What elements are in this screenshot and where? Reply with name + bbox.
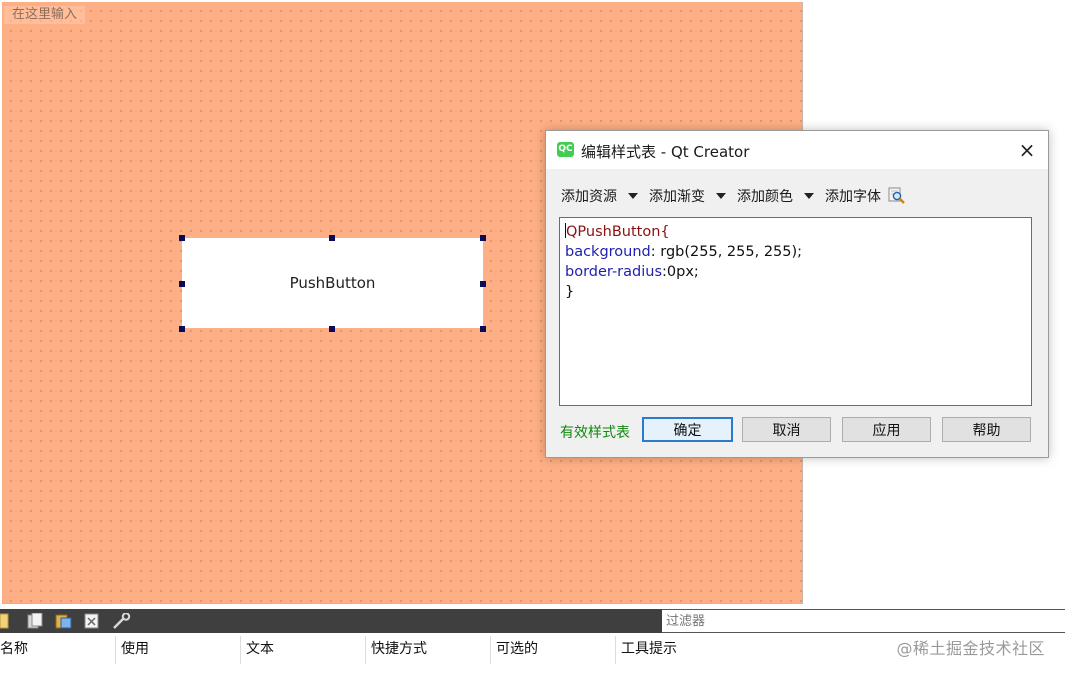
code-line-4: } (565, 284, 575, 300)
column-header-checkable[interactable]: 可选的 (490, 634, 615, 664)
add-color-label: 添加颜色 (737, 189, 793, 205)
watermark: @稀土掘金技术社区 (896, 639, 1045, 658)
column-header-tooltip[interactable]: 工具提示 (615, 634, 815, 664)
cancel-button[interactable]: 取消 (742, 417, 831, 442)
code-value: :0px; (662, 264, 699, 280)
code-property: background (565, 244, 651, 260)
dropdown-arrow-icon[interactable] (716, 193, 726, 199)
close-button[interactable]: × (1014, 137, 1040, 163)
selection-handle[interactable] (480, 326, 486, 332)
help-button[interactable]: 帮助 (942, 417, 1031, 442)
add-gradient-button[interactable]: 添加渐变 (649, 186, 726, 206)
add-font-button[interactable]: 添加字体 (825, 186, 881, 206)
apply-button[interactable]: 应用 (842, 417, 931, 442)
dropdown-arrow-icon[interactable] (628, 193, 638, 199)
edit-stylesheet-dialog: QC 编辑样式表 - Qt Creator × 添加资源 添加渐变 添加颜色 添… (545, 130, 1049, 458)
new-file-icon[interactable] (0, 613, 10, 629)
code-line-3: border-radius:0px; (565, 262, 1026, 282)
code-value: : rgb(255, 255, 255); (650, 244, 803, 260)
selection-handle[interactable] (480, 281, 486, 287)
copy-icon[interactable] (26, 613, 44, 629)
column-header-name[interactable]: 名称 (0, 634, 114, 664)
code-property: border-radius (565, 264, 662, 280)
paste-icon[interactable] (55, 613, 73, 629)
code-line-2: background: rgb(255, 255, 255); (565, 242, 1026, 262)
add-font-label: 添加字体 (825, 189, 881, 205)
selection-handle[interactable] (179, 326, 185, 332)
selection-handle[interactable] (329, 326, 335, 332)
qt-creator-logo-icon: QC (557, 142, 574, 157)
column-header-used[interactable]: 使用 (115, 634, 240, 664)
ok-button[interactable]: 确定 (642, 417, 733, 442)
code-selector: QPushButton{ (566, 224, 670, 240)
delete-icon[interactable] (84, 613, 100, 629)
dialog-titlebar[interactable]: QC 编辑样式表 - Qt Creator × (546, 131, 1048, 169)
magnifier-preview-icon[interactable] (887, 187, 907, 205)
valid-stylesheet-status: 有效样式表 (560, 425, 630, 441)
dialog-title: 编辑样式表 - Qt Creator (581, 143, 750, 161)
code-line-1: QPushButton{ (565, 222, 1026, 242)
close-icon: × (1018, 138, 1036, 162)
selection-handle[interactable] (179, 281, 185, 287)
stylesheet-editor[interactable]: QPushButton{ background: rgb(255, 255, 2… (559, 217, 1032, 406)
wrench-icon[interactable] (112, 613, 132, 629)
selection-handle[interactable] (179, 235, 185, 241)
action-editor-toolbar (0, 609, 662, 633)
menu-placeholder[interactable]: 在这里输入 (4, 6, 86, 24)
add-gradient-label: 添加渐变 (649, 189, 705, 205)
selection-handle[interactable] (480, 235, 486, 241)
push-button[interactable]: PushButton (182, 238, 483, 328)
stylesheet-toolbar: 添加资源 添加渐变 添加颜色 添加字体 (561, 186, 907, 206)
add-resource-button[interactable]: 添加资源 (561, 186, 638, 206)
filter-input[interactable] (662, 609, 1065, 633)
add-color-button[interactable]: 添加颜色 (737, 186, 814, 206)
column-header-text[interactable]: 文本 (240, 634, 365, 664)
column-header-shortcut[interactable]: 快捷方式 (365, 634, 490, 664)
selection-handle[interactable] (329, 235, 335, 241)
add-resource-label: 添加资源 (561, 189, 617, 205)
dropdown-arrow-icon[interactable] (804, 193, 814, 199)
